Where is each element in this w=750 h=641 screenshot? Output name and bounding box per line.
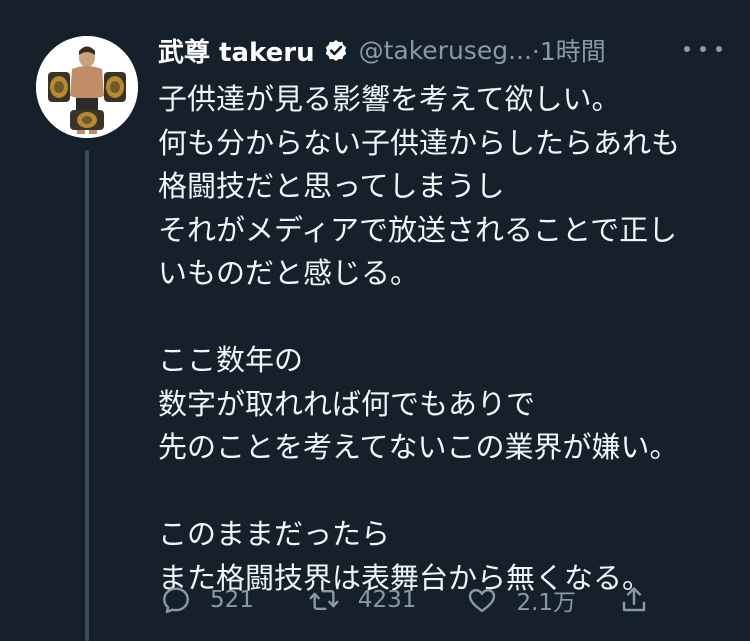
heart-icon: [469, 588, 496, 613]
action-bar: 521 4231 2.1万: [160, 578, 650, 622]
more-icon[interactable]: [684, 34, 722, 64]
tweet-header: 武尊 takeru @takeruseg... ·1時間: [158, 30, 606, 70]
like-count: 2.1万: [516, 590, 577, 616]
retweet-count: 4231: [357, 587, 417, 613]
author-name[interactable]: 武尊 takeru: [158, 32, 315, 69]
author-handle[interactable]: @takeruseg...: [359, 36, 532, 65]
avatar[interactable]: [36, 36, 138, 138]
tweet-text-line: いものだと感じる。: [158, 256, 420, 290]
retweet-icon: [309, 590, 339, 610]
tweet-text-line: 何も分からない子供達からしたらあれも: [158, 125, 681, 160]
verified-badge-icon: [325, 40, 346, 62]
thread-line: [85, 150, 89, 641]
timestamp[interactable]: ·1時間: [532, 32, 606, 68]
tweet-text-line: 格闘技だと思ってしまうし: [158, 169, 505, 203]
reply-count: 521: [210, 587, 254, 613]
share-button[interactable]: [618, 584, 650, 616]
like-button[interactable]: 2.1万: [466, 583, 576, 617]
tweet-text: 子供達が見る影響を考えて欲しい。 何も分からない子供達からしたらあれも 格闘技だ…: [158, 78, 733, 600]
retweet-button[interactable]: 4231: [308, 584, 417, 616]
tweet-text-line: ここ数年の: [158, 343, 304, 377]
avatar-photo: [36, 36, 138, 138]
share-icon: [622, 587, 646, 612]
reply-button[interactable]: 521: [160, 584, 254, 616]
reply-icon: [163, 587, 189, 614]
tweet-text-line: このままだったら: [158, 517, 391, 551]
tweet-text-line: 先のことを考えてないこの業界が嫌い。: [158, 430, 679, 464]
tweet-text-line: それがメディアで放送されることで正し: [158, 212, 678, 247]
tweet-text-line: 数字が取れれば何でもありで: [158, 386, 536, 421]
tweet-text-line: 子供達が見る影響を考えて欲しい。: [158, 82, 621, 116]
